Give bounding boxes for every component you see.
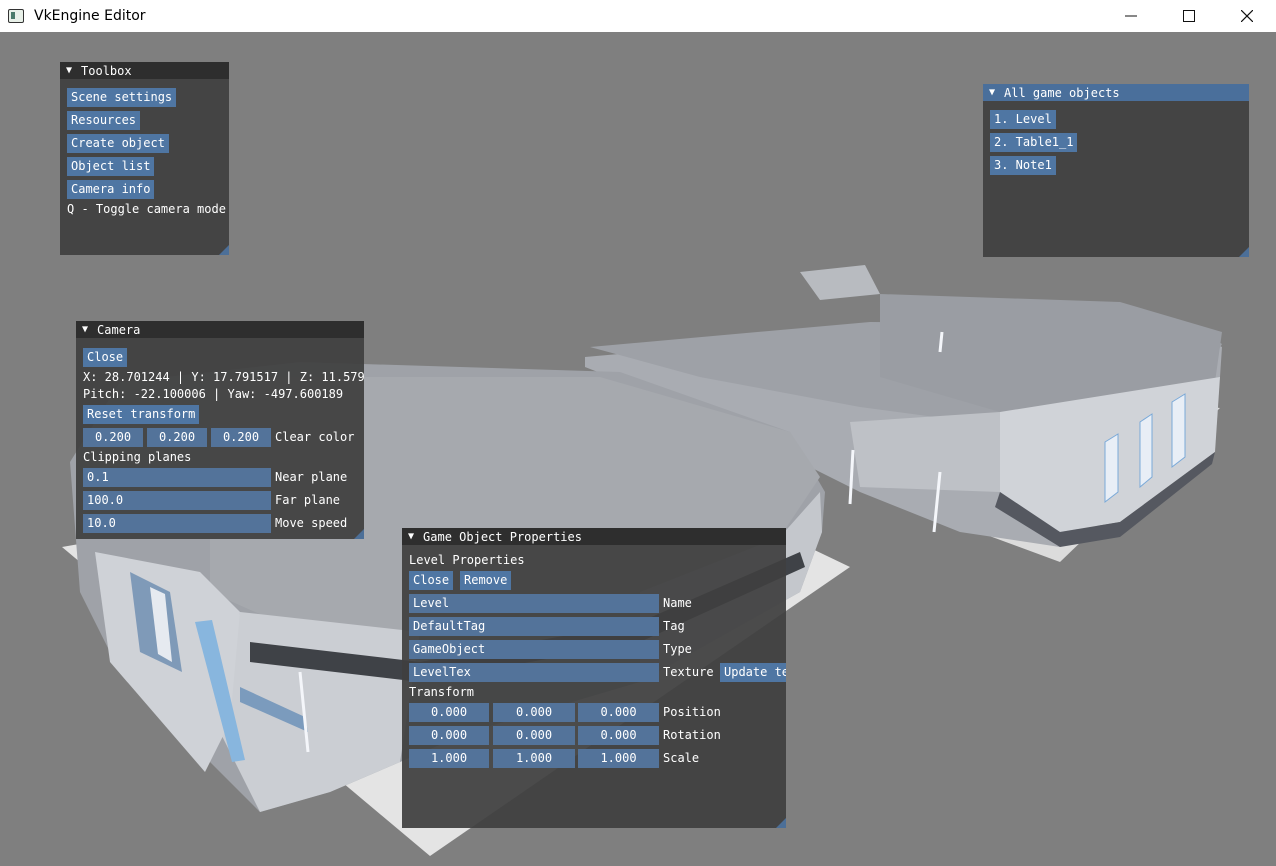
minimize-button[interactable] xyxy=(1102,0,1160,32)
scale-y-field[interactable]: 1.000 xyxy=(493,749,575,768)
rotation-y-field[interactable]: 0.000 xyxy=(493,726,575,745)
reset-transform-button[interactable]: Reset transform xyxy=(83,405,200,424)
camera-header[interactable]: ▼ Camera xyxy=(76,321,364,338)
update-texture-button[interactable]: Update te xyxy=(720,663,786,682)
camera-mode-hint: Q - Toggle camera mode xyxy=(67,202,226,216)
tag-label: Tag xyxy=(663,619,685,633)
near-plane-label: Near plane xyxy=(275,470,348,484)
resize-grip[interactable] xyxy=(776,818,786,828)
maximize-icon xyxy=(1183,10,1195,22)
camera-info-button[interactable]: Camera info xyxy=(67,180,155,199)
object-item-note[interactable]: 3. Note1 xyxy=(990,156,1056,175)
scale-z-field[interactable]: 1.000 xyxy=(578,749,659,768)
move-speed-field[interactable]: 10.0 xyxy=(83,514,271,533)
type-label: Type xyxy=(663,642,692,656)
camera-close-button[interactable]: Close xyxy=(83,348,128,367)
properties-heading: Level Properties xyxy=(409,553,525,567)
properties-close-button[interactable]: Close xyxy=(409,571,454,590)
object-item-level[interactable]: 1. Level xyxy=(990,110,1056,129)
camera-window[interactable]: ▼ Camera Close X: 28.701244 | Y: 17.7915… xyxy=(76,321,364,539)
collapse-arrow-icon[interactable]: ▼ xyxy=(82,324,88,335)
collapse-arrow-icon[interactable]: ▼ xyxy=(989,87,995,98)
game-objects-header[interactable]: ▼ All game objects xyxy=(983,84,1249,101)
rotation-x-field[interactable]: 0.000 xyxy=(409,726,489,745)
far-plane-field[interactable]: 100.0 xyxy=(83,491,271,510)
texture-label: Texture xyxy=(663,665,714,679)
scene-settings-button[interactable]: Scene settings xyxy=(67,88,177,107)
far-plane-label: Far plane xyxy=(275,493,341,507)
transform-label: Transform xyxy=(409,685,475,699)
move-speed-label: Move speed xyxy=(275,516,348,530)
camera-rotation-readout: Pitch: -22.100006 | Yaw: -497.600189 xyxy=(83,387,344,401)
position-label: Position xyxy=(663,705,721,719)
properties-window[interactable]: ▼ Game Object Properties Level Propertie… xyxy=(402,528,786,828)
object-list-button[interactable]: Object list xyxy=(67,157,155,176)
clear-color-b-field[interactable]: 0.200 xyxy=(211,428,271,447)
properties-title: Game Object Properties xyxy=(423,529,582,544)
minimize-icon xyxy=(1125,15,1137,17)
toolbox-window[interactable]: ▼ Toolbox Scene settings Resources Creat… xyxy=(60,62,229,255)
remove-object-button[interactable]: Remove xyxy=(460,571,512,590)
collapse-arrow-icon[interactable]: ▼ xyxy=(66,65,72,76)
position-y-field[interactable]: 0.000 xyxy=(493,703,575,722)
scale-x-field[interactable]: 1.000 xyxy=(409,749,489,768)
close-button[interactable] xyxy=(1218,0,1276,32)
object-item-table[interactable]: 2. Table1_1 xyxy=(990,133,1078,152)
window-title: VkEngine Editor xyxy=(34,8,146,24)
window-title-bar[interactable]: VkEngine Editor xyxy=(0,0,1276,32)
resize-grip[interactable] xyxy=(1239,247,1249,257)
texture-field[interactable]: LevelTex xyxy=(409,663,659,682)
maximize-button[interactable] xyxy=(1160,0,1218,32)
camera-title: Camera xyxy=(97,322,141,337)
rotation-z-field[interactable]: 0.000 xyxy=(578,726,659,745)
camera-position-readout: X: 28.701244 | Y: 17.791517 | Z: 11.5799 xyxy=(83,370,364,384)
game-objects-window[interactable]: ▼ All game objects 1. Level 2. Table1_1 … xyxy=(983,84,1249,257)
toolbox-title: Toolbox xyxy=(81,63,132,78)
name-field[interactable]: Level xyxy=(409,594,659,613)
clear-color-r-field[interactable]: 0.200 xyxy=(83,428,143,447)
resources-button[interactable]: Resources xyxy=(67,111,141,130)
game-objects-title: All game objects xyxy=(1004,85,1120,100)
type-field[interactable]: GameObject xyxy=(409,640,659,659)
clear-color-g-field[interactable]: 0.200 xyxy=(147,428,207,447)
rotation-label: Rotation xyxy=(663,728,721,742)
app-icon xyxy=(8,9,24,23)
toolbox-header[interactable]: ▼ Toolbox xyxy=(60,62,229,79)
near-plane-field[interactable]: 0.1 xyxy=(83,468,271,487)
resize-grip[interactable] xyxy=(219,245,229,255)
name-label: Name xyxy=(663,596,692,610)
clear-color-label: Clear color xyxy=(275,430,355,444)
create-object-button[interactable]: Create object xyxy=(67,134,169,153)
clipping-planes-label: Clipping planes xyxy=(83,450,192,464)
position-x-field[interactable]: 0.000 xyxy=(409,703,489,722)
resize-grip[interactable] xyxy=(354,529,364,539)
scale-label: Scale xyxy=(663,751,700,765)
collapse-arrow-icon[interactable]: ▼ xyxy=(408,531,414,542)
properties-header[interactable]: ▼ Game Object Properties xyxy=(402,528,786,545)
position-z-field[interactable]: 0.000 xyxy=(578,703,659,722)
close-icon xyxy=(1241,10,1253,22)
tag-field[interactable]: DefaultTag xyxy=(409,617,659,636)
